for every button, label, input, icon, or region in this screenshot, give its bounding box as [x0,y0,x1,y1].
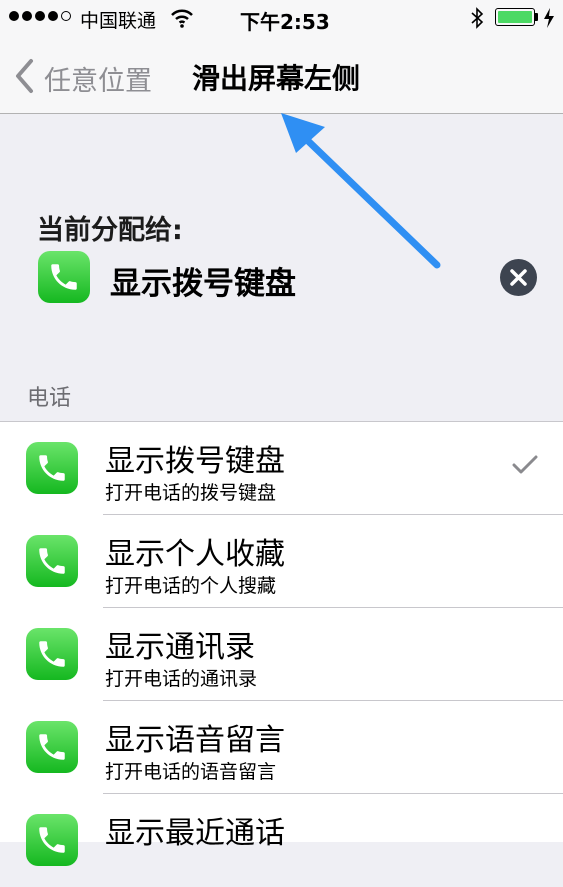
list-item[interactable]: 显示最近通话 [0,794,563,887]
list-item[interactable]: 显示语音留言 打开电话的语音留言 [0,701,563,794]
item-title: 显示语音留言 [105,723,285,758]
assigned-header: 当前分配给: [37,215,183,246]
signal-strength-icon [9,11,71,21]
charging-bolt-icon [543,8,555,32]
wifi-icon [170,8,194,32]
section-header-phone: 电话 [27,386,72,411]
page-title: 滑出屏幕左侧 [192,62,361,95]
phone-icon [26,442,78,494]
phone-icon [26,535,78,587]
back-button-label: 任意位置 [44,65,152,97]
item-subtitle: 打开电话的语音留言 [105,761,277,783]
back-button[interactable]: 任意位置 [14,58,152,98]
battery-icon [495,8,535,26]
checkmark-icon [512,454,538,480]
list-item[interactable]: 显示拨号键盘 打开电话的拨号键盘 [0,422,563,515]
phone-icon [26,721,78,773]
item-title: 显示最近通话 [105,816,285,851]
item-title: 显示个人收藏 [105,537,285,572]
clear-assignment-button[interactable] [500,259,537,296]
item-title: 显示拨号键盘 [105,444,285,479]
assigned-action-row: 显示拨号键盘 [0,248,563,310]
status-bar: 中国联通 下午2:53 [0,0,563,40]
bluetooth-icon [470,6,484,34]
item-subtitle: 打开电话的个人搜藏 [105,575,277,597]
chevron-left-icon [14,58,34,98]
list-item[interactable]: 显示通讯录 打开电话的通讯录 [0,608,563,701]
list-item[interactable]: 显示个人收藏 打开电话的个人搜藏 [0,515,563,608]
item-subtitle: 打开电话的通讯录 [105,668,258,690]
navigation-bar: 任意位置 滑出屏幕左侧 [0,40,563,114]
phone-icon [38,251,90,303]
clock-time: 下午2:53 [240,10,330,34]
phone-action-list: 显示拨号键盘 打开电话的拨号键盘 显示个人收藏 打开电话的个人搜藏 显示通讯录 … [0,421,563,866]
x-icon [510,269,527,286]
phone-icon [26,628,78,680]
carrier-name: 中国联通 [80,10,157,32]
item-subtitle: 打开电话的拨号键盘 [105,482,277,504]
battery-cap [535,13,538,21]
phone-icon [26,814,78,866]
item-title: 显示通讯录 [105,630,255,665]
assigned-action-label: 显示拨号键盘 [110,266,296,302]
